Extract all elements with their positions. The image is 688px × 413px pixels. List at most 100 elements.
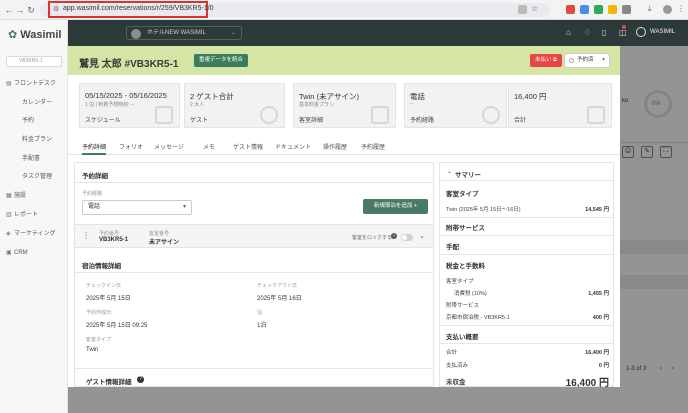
notification-icon[interactable]: ◫ — [619, 28, 627, 37]
app-logo[interactable]: ✿ Wasimil — [8, 28, 61, 41]
building-icon: ▦ — [6, 193, 12, 199]
consumption-tax-amount: 1,455 円 — [588, 291, 609, 297]
schedule-card[interactable]: 05/15/2025 - 05/16/2025 1 泊 | 到着予想時刻: --… — [79, 83, 180, 128]
chevron-down-icon[interactable]: ⌄ — [447, 168, 452, 175]
guests-card[interactable]: 2 ゲスト合計 2 大人 ゲスト — [184, 83, 285, 128]
report-icon: ▥ — [6, 212, 12, 218]
tab-reservation-details[interactable]: 予約詳細 — [82, 142, 106, 151]
sidebar-item-label: CRM — [14, 250, 28, 256]
sidebar-item-arrangements[interactable]: 手配書 — [22, 155, 40, 163]
tab-booking-history[interactable]: 予約履歴 — [361, 142, 385, 151]
modal-title: 鷲見 太郎 #VB3KR5-1 — [79, 59, 179, 70]
sidebar-item-tasks[interactable]: タスク管理 — [22, 173, 52, 181]
status-select[interactable]: 予約済 ▾ — [564, 53, 610, 68]
reload-icon[interactable]: ↻ — [26, 5, 36, 15]
tab-operation-history[interactable]: 操作履歴 — [323, 142, 347, 151]
extension-icon[interactable] — [608, 5, 617, 14]
paid-label: 支払済み — [446, 363, 469, 369]
browser-toolbar: ← → ↻ ⚙ app.wasimil.com/reservations/r/2… — [0, 0, 688, 20]
extension-icon[interactable] — [594, 5, 603, 14]
card-label: 予約経路 — [410, 118, 435, 124]
nights-value: 1泊 — [257, 323, 267, 329]
add-stay-button[interactable]: 新規宿泊を追加 + — [363, 199, 428, 214]
profile-avatar-icon[interactable] — [663, 5, 672, 14]
sidebar-item-calendar[interactable]: カレンダー — [22, 99, 52, 107]
notification-dot — [622, 25, 626, 29]
tab-documents[interactable]: ドキュメント — [275, 142, 311, 151]
download-icon[interactable]: ⤓ — [648, 4, 652, 14]
total-amount: 16,400 円 — [585, 350, 609, 356]
reservation-no: VB3KR5-1 — [99, 237, 129, 243]
active-tab-indicator — [82, 153, 106, 155]
merge-duplicates-button[interactable]: 重複データを統合 — [194, 54, 249, 67]
checkin-label: チェックイン日 — [86, 283, 122, 289]
sidebar-item-facility[interactable]: ▦ 施設 — [6, 192, 26, 200]
checkin-date: 2025年 5月 15日 — [86, 296, 131, 302]
extension-icon[interactable] — [566, 5, 575, 14]
site-info-icon[interactable]: ⚙ — [53, 5, 59, 13]
tab-folio[interactable]: フォリオ — [119, 142, 143, 151]
tab-memo[interactable]: メモ — [203, 142, 215, 151]
booking-route-card[interactable]: 電話 -- 予約経路 — [404, 83, 507, 128]
total-card[interactable]: 16,400 円 合計 — [508, 83, 612, 128]
summary-title: サマリー — [455, 172, 481, 179]
route-select[interactable]: 電話 ▾ — [82, 200, 192, 215]
user-name[interactable]: WASIMIL — [650, 29, 675, 35]
browser-menu-icon[interactable]: ⋮ — [677, 4, 685, 13]
lock-room-toggle[interactable] — [401, 234, 413, 241]
summary-roomtype-head: 客室タイプ — [446, 191, 479, 198]
bookmark-star-icon[interactable]: ☆ — [531, 4, 538, 13]
nights-label: 泊 — [257, 310, 263, 316]
modal-header: 鷲見 太郎 #VB3KR5-1 重複データを統合 未払い ⧉ 予約済 ▾ — [68, 46, 620, 75]
tab-messages[interactable]: メッセージ — [154, 142, 184, 151]
hotel-select[interactable]: ホテルNEW WASIMIL ⌄ — [126, 26, 242, 40]
summary-arrange-head: 手配 — [446, 244, 459, 251]
caret-down-icon: ▾ — [182, 204, 186, 210]
chevron-down-icon: ⌄ — [230, 30, 236, 36]
card-value: 05/15/2025 - 05/16/2025 — [85, 91, 167, 100]
chevron-down-icon[interactable]: ⌄ — [419, 232, 425, 240]
help-icon[interactable]: ? — [137, 376, 144, 383]
divider — [75, 182, 433, 183]
card-label: スケジュール — [85, 118, 121, 124]
sidebar-item-marketing[interactable]: ◈ マーケティング — [6, 230, 56, 238]
bell-outline-icon[interactable]: ♢ — [584, 28, 591, 37]
checkout-label: チェックアウト日 — [257, 283, 298, 289]
divider — [440, 254, 613, 255]
modal-tabs: 予約詳細 フォリオ メッセージ メモ ゲスト情報 ドキュメント 操作履歴 予約履… — [68, 135, 620, 155]
caret-down-icon: ▾ — [602, 57, 605, 63]
paid-amount: 0 円 — [598, 363, 609, 369]
document-icon[interactable]: ▯ — [602, 28, 606, 37]
url-text[interactable]: app.wasimil.com/reservations/r/259/VB3KR… — [63, 4, 214, 14]
sidebar-item-reservations[interactable]: 予約 — [22, 117, 34, 125]
unpaid-badge[interactable]: 未払い ⧉ — [530, 54, 562, 67]
home-icon[interactable]: ⌂ — [566, 28, 571, 37]
card-value: 16,400 円 — [514, 92, 547, 101]
extension-icon[interactable] — [622, 5, 631, 14]
sidebar-item-label: マーケティング — [14, 231, 56, 237]
frontdesk-icon: ▤ — [6, 81, 12, 87]
extension-icon[interactable] — [580, 5, 589, 14]
calendar-icon — [155, 106, 173, 124]
card-label: 客室詳細 — [299, 118, 324, 124]
sidebar-item-frontdesk[interactable]: ▤ フロントデスク — [6, 80, 56, 88]
guest-details-title: ゲスト情報詳細 — [86, 379, 132, 386]
user-avatar-icon[interactable] — [636, 27, 646, 37]
building-icon — [371, 106, 389, 124]
reservation-modal: 鷲見 太郎 #VB3KR5-1 重複データを統合 未払い ⧉ 予約済 ▾ 05/… — [68, 46, 620, 387]
sidebar-item-rate-plans[interactable]: 料金プラン — [22, 136, 52, 144]
crm-icon: ▣ — [6, 250, 12, 256]
back-icon[interactable]: ← — [4, 5, 14, 15]
divider — [440, 217, 613, 218]
more-vertical-icon[interactable]: ⋮ — [82, 231, 90, 240]
room-details-card[interactable]: Twin (未アサイン) 基本料金プラン 客室詳細 — [293, 83, 396, 128]
translate-icon[interactable] — [518, 5, 527, 14]
paid-row: 支払済み 0 円 — [446, 361, 609, 371]
help-icon[interactable]: ? — [391, 233, 397, 239]
tab-guest-info[interactable]: ゲスト情報 — [233, 142, 263, 151]
search-input[interactable]: VB3KR5-1 — [6, 56, 62, 67]
sidebar-item-crm[interactable]: ▣ CRM — [6, 249, 28, 257]
forward-icon[interactable]: → — [15, 5, 25, 15]
summary-room-row: Twin (2025年 5月 15日〜16日) 14,545 円 — [446, 205, 609, 215]
sidebar-item-reports[interactable]: ▥ レポート — [6, 211, 38, 219]
